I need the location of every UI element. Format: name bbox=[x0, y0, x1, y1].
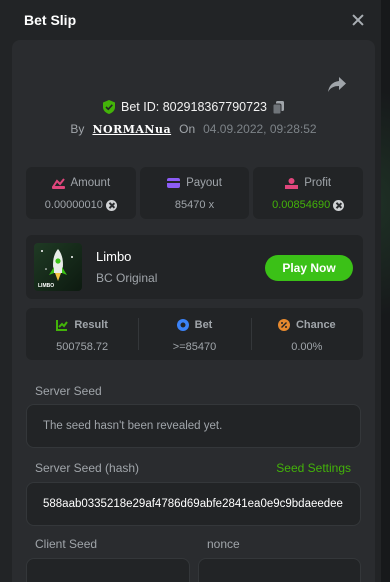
amount-stat: Amount 0.00000010 bbox=[26, 167, 136, 219]
rocket-icon: LIMBO bbox=[38, 249, 73, 289]
bet-date: 04.09.2022, 09:28:52 bbox=[203, 122, 317, 136]
thumb-text: LIMBO bbox=[38, 283, 54, 289]
currency-icon bbox=[333, 199, 345, 211]
payout-label-row: Payout bbox=[140, 177, 250, 189]
stats-row: Amount 0.00000010 Payout 85470 x Profit … bbox=[26, 167, 364, 219]
seed-settings-link[interactable]: Seed Settings bbox=[276, 461, 351, 475]
profit-value: 0.00854690 bbox=[272, 199, 331, 211]
result-value: 500758.72 bbox=[56, 341, 109, 353]
bet-id-row: Bet ID: 802918367790723 bbox=[12, 100, 375, 114]
result-row: Result 500758.72 Bet >=85470 Chance 0.00… bbox=[26, 308, 363, 360]
result-label-row: Result bbox=[26, 319, 138, 331]
profit-stat: Profit 0.00854690 bbox=[253, 167, 364, 219]
username-link[interactable]: NORMANua bbox=[92, 123, 171, 136]
payout-label: Payout bbox=[186, 177, 222, 189]
chance-label: Chance bbox=[295, 319, 336, 331]
amount-value-row: 0.00000010 bbox=[26, 199, 136, 211]
chance-label-row: Chance bbox=[251, 319, 363, 331]
limbo-thumbnail[interactable]: LIMBO bbox=[34, 243, 82, 291]
server-hash-field[interactable]: 588aab0335218e29af4786d69abfe2841ea0e9c9… bbox=[26, 482, 361, 526]
bet-icon bbox=[176, 319, 189, 331]
server-hash-label: Server Seed (hash) bbox=[35, 461, 140, 475]
result-icon bbox=[56, 320, 69, 331]
server-seed-label: Server Seed bbox=[35, 384, 102, 398]
payout-icon bbox=[167, 178, 181, 188]
amount-label: Amount bbox=[70, 177, 111, 189]
profit-value-row: 0.00854690 bbox=[253, 199, 363, 211]
share-icon[interactable] bbox=[327, 76, 347, 94]
profit-label-row: Profit bbox=[253, 177, 363, 189]
game-name: Limbo bbox=[96, 249, 132, 264]
client-seed-field[interactable] bbox=[26, 558, 190, 582]
close-icon[interactable] bbox=[349, 11, 367, 29]
copy-icon[interactable] bbox=[272, 100, 284, 114]
bet-slip-dialog: Bet Slip Bet ID: 802918367790723 By NORM… bbox=[0, 0, 381, 582]
payout-stat: Payout 85470 x bbox=[139, 167, 250, 219]
profit-icon bbox=[285, 177, 299, 189]
payout-value-row: 85470 x bbox=[140, 199, 250, 211]
chance-col: Chance 0.00% bbox=[250, 308, 363, 360]
game-row: LIMBO Limbo BC Original Play Now bbox=[26, 235, 363, 299]
result-col: Result 500758.72 bbox=[26, 308, 138, 360]
client-seed-label: Client Seed bbox=[35, 537, 98, 551]
result-label: Result bbox=[74, 319, 108, 331]
profit-label: Profit bbox=[304, 177, 332, 189]
dialog-title: Bet Slip bbox=[24, 12, 77, 28]
bet-label-row: Bet bbox=[138, 319, 250, 331]
amount-icon bbox=[51, 177, 65, 189]
amount-value: 0.00000010 bbox=[44, 199, 103, 211]
dialog-header: Bet Slip bbox=[0, 0, 381, 40]
chance-icon bbox=[277, 319, 290, 331]
server-hash-value: 588aab0335218e29af4786d69abfe2841ea0e9c9… bbox=[43, 498, 343, 510]
amount-label-row: Amount bbox=[26, 177, 136, 189]
chance-value: 0.00% bbox=[291, 341, 323, 353]
nonce-label: nonce bbox=[207, 537, 240, 551]
payout-value: 85470 x bbox=[174, 199, 215, 211]
play-now-button[interactable]: Play Now bbox=[265, 255, 353, 281]
nonce-field[interactable] bbox=[198, 558, 361, 582]
server-seed-value: The seed hasn't been revealed yet. bbox=[43, 420, 223, 432]
bet-label: Bet bbox=[194, 319, 213, 331]
shield-check-icon bbox=[103, 100, 116, 114]
bet-value: >=85470 bbox=[172, 341, 217, 353]
by-label: By bbox=[70, 122, 85, 136]
bet-details-card: Bet ID: 802918367790723 By NORMANua On 0… bbox=[12, 40, 375, 582]
server-seed-field[interactable]: The seed hasn't been revealed yet. bbox=[26, 404, 361, 448]
bet-id: Bet ID: 802918367790723 bbox=[121, 100, 267, 114]
bet-col: Bet >=85470 bbox=[138, 308, 250, 360]
game-subtitle: BC Original bbox=[96, 271, 158, 285]
currency-icon bbox=[105, 199, 117, 211]
bettor-row: By NORMANua On 04.09.2022, 09:28:52 bbox=[12, 122, 375, 136]
on-label: On bbox=[179, 122, 196, 136]
